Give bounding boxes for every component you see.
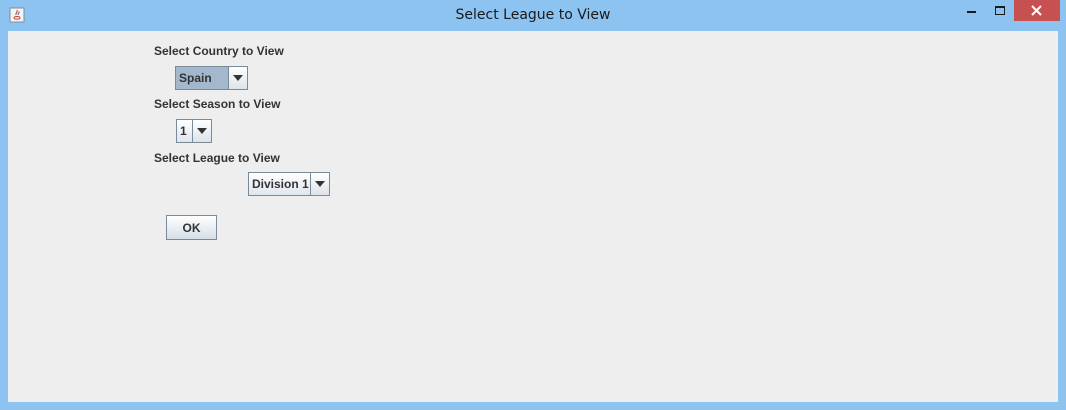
- ok-button[interactable]: OK: [166, 215, 217, 240]
- chevron-down-icon: [192, 120, 211, 142]
- chevron-down-icon: [310, 173, 329, 195]
- close-icon: [1031, 5, 1042, 16]
- country-label: Select Country to View: [154, 44, 284, 58]
- country-value: Spain: [176, 67, 228, 89]
- season-dropdown[interactable]: 1: [176, 119, 212, 143]
- league-label: Select League to View: [154, 151, 280, 165]
- maximize-icon: [995, 6, 1005, 15]
- title-bar[interactable]: Select League to View: [0, 0, 1066, 31]
- country-dropdown[interactable]: Spain: [175, 66, 248, 90]
- minimize-icon: [967, 11, 976, 13]
- maximize-button[interactable]: [986, 0, 1014, 21]
- chevron-down-icon: [228, 67, 247, 89]
- minimize-button[interactable]: [958, 0, 986, 21]
- close-button[interactable]: [1014, 0, 1060, 21]
- league-dropdown[interactable]: Division 1: [248, 172, 330, 196]
- season-label: Select Season to View: [154, 97, 281, 111]
- league-value: Division 1: [252, 177, 309, 191]
- window: Select League to View Select Country to …: [0, 0, 1066, 410]
- client-area: Select Country to View Spain Select Seas…: [8, 31, 1058, 402]
- window-title: Select League to View: [455, 7, 611, 23]
- season-value: 1: [180, 124, 187, 138]
